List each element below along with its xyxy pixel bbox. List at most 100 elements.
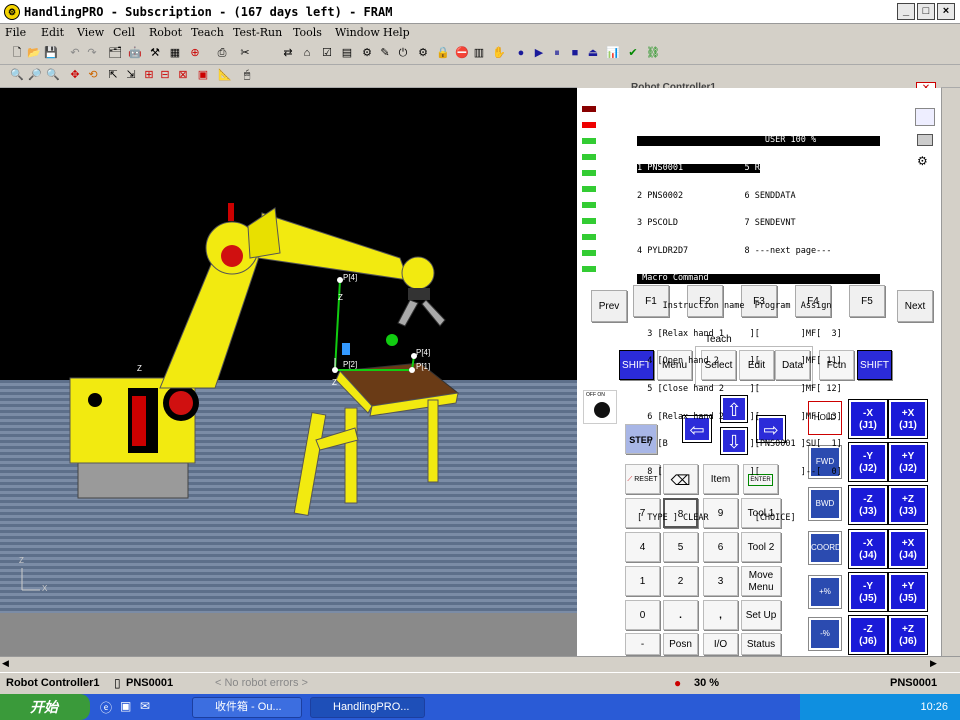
key-speed-down[interactable]: -% <box>808 617 842 651</box>
maximize-button[interactable]: □ <box>917 3 935 20</box>
quicklaunch-ie-icon[interactable]: ⓔ <box>100 699 112 716</box>
task-handlingpro[interactable]: HandlingPRO... <box>310 697 425 718</box>
key-posn[interactable]: Posn <box>663 633 698 655</box>
view-y-icon[interactable]: ⇲ <box>124 68 138 82</box>
graph-icon[interactable]: 📊 <box>606 46 620 60</box>
key-3[interactable]: 3 <box>703 566 738 596</box>
horizontal-scrollbar[interactable]: ◀ ▶ <box>0 656 960 672</box>
undo-icon[interactable]: ↶ <box>68 46 82 60</box>
jog-plus-x[interactable]: +X (J1) <box>888 399 928 439</box>
key-2[interactable]: 2 <box>663 566 698 596</box>
jog-plus-z[interactable]: +Z (J3) <box>888 485 928 525</box>
hand-icon[interactable]: ✋ <box>492 46 506 60</box>
menu-file[interactable]: File <box>5 26 26 39</box>
jog-plus-y[interactable]: +Y (J2) <box>888 442 928 482</box>
eject-icon[interactable]: ⏏ <box>586 46 600 60</box>
minimize-button[interactable]: _ <box>897 3 915 20</box>
setup-icon[interactable]: ⚙ <box>416 46 430 60</box>
stop-icon[interactable]: ■ <box>568 46 582 60</box>
jog-minus-j5[interactable]: -Y (J5) <box>848 572 888 612</box>
tool-icon[interactable]: ⚒ <box>148 46 162 60</box>
key-status[interactable]: Status <box>741 633 781 655</box>
pan-icon[interactable]: ✥ <box>68 68 82 82</box>
key-5[interactable]: 5 <box>663 532 698 562</box>
measure-icon[interactable]: 📐 <box>218 68 232 82</box>
print-icon[interactable]: ⎙ <box>215 46 229 60</box>
tp-settings-icon[interactable]: ⚙ <box>917 154 933 170</box>
jog-plus-j6[interactable]: +Z (J6) <box>888 615 928 655</box>
tp-lcd-screen[interactable]: USER 100 % 1 PNS0001 5 REQMENU 2 PNS0002… <box>637 118 880 522</box>
jog-minus-j6[interactable]: -Z (J6) <box>848 615 888 655</box>
3d-viewport[interactable]: P[4] P[2] P[4] P[1] Z Z Z Z X <box>0 88 577 656</box>
stop-sign-icon[interactable]: ⛔ <box>455 46 469 60</box>
scroll-right-icon[interactable]: ▶ <box>930 658 937 669</box>
view-iso-icon[interactable]: ⊟ <box>158 68 172 82</box>
key-0[interactable]: 0 <box>625 600 660 630</box>
new-file-icon[interactable]: 🗋 <box>10 46 24 60</box>
link-icon[interactable]: ⛓ <box>646 46 660 60</box>
quicklaunch-outlook-icon[interactable]: ✉ <box>140 699 150 713</box>
record-icon[interactable]: ● <box>514 46 528 60</box>
key-setup[interactable]: Set Up <box>741 600 781 630</box>
rotate-icon[interactable]: ⟲ <box>86 68 100 82</box>
key-speed-up[interactable]: +% <box>808 575 842 609</box>
key-minus[interactable]: - <box>625 633 660 655</box>
close-button[interactable]: × <box>937 3 955 20</box>
path-icon[interactable]: ✎ <box>378 46 392 60</box>
key-6[interactable]: 6 <box>703 532 738 562</box>
key-move-menu[interactable]: Move Menu <box>741 566 781 596</box>
teach-enable-switch[interactable]: OFF ON <box>583 390 617 424</box>
menu-view[interactable]: View <box>77 26 104 39</box>
wireframe-icon[interactable]: ▣ <box>196 68 210 82</box>
menu-cell[interactable]: Cell <box>113 26 135 39</box>
key-next[interactable]: Next <box>897 290 933 322</box>
start-button[interactable]: 开始 <box>0 694 90 720</box>
io-icon[interactable]: ⏻ <box>396 46 410 60</box>
view-top-icon[interactable]: ⊠ <box>176 68 190 82</box>
zoom-in-icon[interactable]: 🔍 <box>10 68 24 82</box>
zoom-out-icon[interactable]: 🔎 <box>28 68 42 82</box>
pause-icon[interactable]: ⏸ <box>550 46 564 60</box>
key-tool2[interactable]: Tool 2 <box>741 532 781 562</box>
menu-edit[interactable]: Edit <box>41 26 64 39</box>
menu-tools[interactable]: Tools <box>293 26 322 39</box>
key-1[interactable]: 1 <box>625 566 660 596</box>
view-x-icon[interactable]: ⇱ <box>106 68 120 82</box>
jog-plus-j5[interactable]: +Y (J5) <box>888 572 928 612</box>
menu-window[interactable]: Window <box>335 26 380 39</box>
program-icon[interactable]: ▤ <box>340 46 354 60</box>
zoom-fit-icon[interactable]: 🔍 <box>46 68 60 82</box>
view-z-icon[interactable]: ⊞ <box>142 68 156 82</box>
menu-help[interactable]: Help <box>383 26 410 39</box>
target-icon[interactable]: ⊕ <box>188 46 202 60</box>
mouse-icon[interactable]: 🖱 <box>240 68 254 82</box>
jog-plus-j4[interactable]: +X (J4) <box>888 529 928 569</box>
robot-icon[interactable]: 🤖 <box>128 46 142 60</box>
jog-minus-j4[interactable]: -X (J4) <box>848 529 888 569</box>
teach-icon[interactable]: ☑ <box>320 46 334 60</box>
tp-keyboard-icon[interactable] <box>917 134 933 146</box>
key-io[interactable]: I/O <box>703 633 738 655</box>
key-coord[interactable]: COORD <box>808 531 842 565</box>
key-prev[interactable]: Prev <box>591 290 627 322</box>
menu-test-run[interactable]: Test-Run <box>233 26 282 39</box>
tp-grid-icon[interactable] <box>915 108 935 126</box>
quicklaunch-desktop-icon[interactable]: ▣ <box>120 699 131 713</box>
play-icon[interactable]: ▶ <box>532 46 546 60</box>
redo-icon[interactable]: ↷ <box>85 46 99 60</box>
save-icon[interactable]: 💾 <box>44 46 58 60</box>
cut-icon[interactable]: ✂ <box>238 46 252 60</box>
task-outlook[interactable]: 收件箱 - Ou... <box>192 697 302 718</box>
menu-teach[interactable]: Teach <box>191 26 224 39</box>
mfg-icon[interactable]: ⚙ <box>360 46 374 60</box>
lock-icon[interactable]: 🔒 <box>436 46 450 60</box>
cell-tree-icon[interactable]: 🗂 <box>108 46 122 60</box>
key-dot[interactable]: . <box>663 600 698 630</box>
key-comma[interactable]: , <box>703 600 738 630</box>
table-icon[interactable]: ▥ <box>472 46 486 60</box>
check-icon[interactable]: ✔ <box>626 46 640 60</box>
scroll-left-icon[interactable]: ◀ <box>2 658 9 669</box>
layout-icon[interactable]: ⇄ <box>281 46 295 60</box>
frame-icon[interactable]: ⌂ <box>300 46 314 60</box>
vertical-scrollbar[interactable] <box>941 88 960 656</box>
